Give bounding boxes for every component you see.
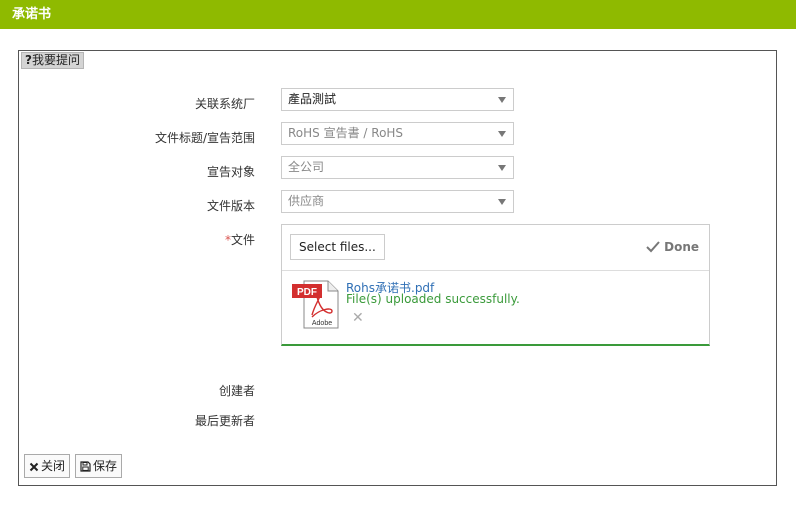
file-label-text: 文件	[230, 233, 255, 247]
file-upload-widget: Select files... Done PDF Adobe Rohs承诺书.p…	[281, 224, 710, 346]
file-label: *文件	[19, 231, 255, 248]
creator-label: 创建者	[218, 384, 255, 398]
upload-toolbar: Select files... Done	[282, 225, 709, 271]
doc-title-select-value: RoHS 宣告書 / RoHS	[288, 126, 404, 140]
doc-title-select[interactable]: RoHS 宣告書 / RoHS	[281, 122, 514, 145]
pdf-badge-text: PDF	[297, 287, 317, 298]
done-label: Done	[664, 240, 699, 254]
supplier-select-value: 產品測試	[288, 92, 337, 106]
floppy-disk-icon	[80, 461, 91, 472]
upload-done-status: Done	[646, 240, 699, 254]
pdf-brand-text: Adobe	[312, 320, 332, 327]
doc-title-label: 文件标题/宣告范围	[154, 131, 255, 145]
target-select[interactable]: 全公司	[281, 156, 514, 179]
window-title-bar: 承诺书	[0, 0, 796, 29]
version-select[interactable]: 供应商	[281, 190, 514, 213]
target-label: 宣告对象	[206, 165, 255, 179]
pdf-file-icon: PDF Adobe	[292, 280, 339, 329]
close-button[interactable]: 关闭	[24, 454, 71, 478]
supplier-label: 关联系统厂	[194, 97, 255, 111]
close-button-label: 关闭	[41, 459, 66, 473]
chevron-down-icon	[498, 131, 506, 137]
version-select-value: 供应商	[288, 194, 325, 208]
ask-question-label: 我要提问	[31, 53, 80, 67]
close-icon	[29, 462, 39, 472]
target-select-value: 全公司	[288, 160, 325, 174]
updater-label: 最后更新者	[194, 414, 255, 428]
chevron-down-icon	[498, 97, 506, 103]
check-icon	[646, 241, 660, 253]
window-title: 承诺书	[12, 7, 52, 22]
chevron-down-icon	[498, 165, 506, 171]
form-panel: ?我要提问 关联系统厂 產品測試 文件标题/宣告范围 RoHS 宣告書 / Ro…	[18, 50, 777, 486]
select-files-button[interactable]: Select files...	[290, 234, 385, 260]
upload-status-text: File(s) uploaded successfully.	[346, 292, 520, 306]
question-mark-icon: ?	[25, 53, 32, 67]
chevron-down-icon	[498, 199, 506, 205]
save-button-label: 保存	[93, 459, 118, 473]
remove-file-icon[interactable]: ✕	[352, 310, 364, 326]
save-button[interactable]: 保存	[75, 454, 123, 478]
ask-question-button[interactable]: ?我要提问	[21, 52, 84, 69]
version-label: 文件版本	[206, 199, 255, 213]
supplier-select[interactable]: 產品測試	[281, 88, 514, 111]
